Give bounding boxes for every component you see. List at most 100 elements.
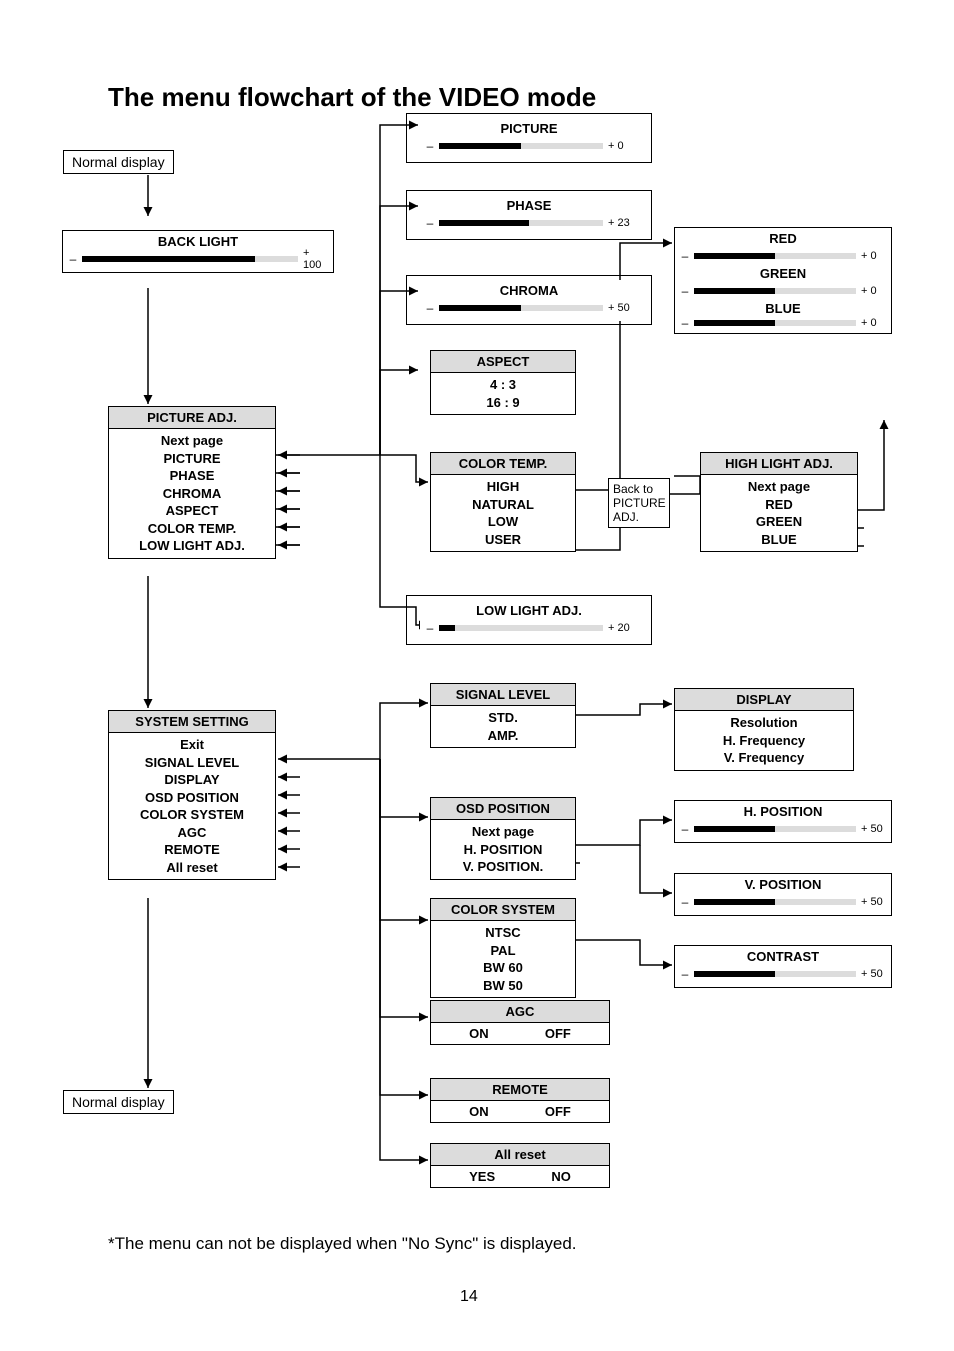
minus-icon: –	[679, 316, 691, 330]
green-value: + 0	[859, 285, 887, 297]
contrast-box: CONTRAST – + 50	[674, 945, 892, 988]
slider-track	[82, 256, 298, 262]
menu-item: OSD POSITION	[109, 789, 275, 807]
contrast-value: + 50	[859, 968, 887, 980]
color-temp-menu: COLOR TEMP. HIGH NATURAL LOW USER	[430, 452, 576, 552]
red-value: + 0	[859, 250, 887, 262]
remote-menu: REMOTE ON OFF	[430, 1078, 610, 1123]
blue-value: + 0	[859, 317, 887, 329]
menu-item: DISPLAY	[109, 771, 275, 789]
menu-item: 4 : 3	[431, 376, 575, 394]
menu-item: V. Frequency	[675, 749, 853, 767]
minus-icon: –	[679, 895, 691, 909]
menu-item: Next page	[109, 432, 275, 450]
high-light-adj-menu: HIGH LIGHT ADJ. Next page RED GREEN BLUE	[700, 452, 858, 552]
agc-title: AGC	[431, 1001, 609, 1023]
blue-title: BLUE	[675, 298, 891, 319]
minus-icon: –	[679, 822, 691, 836]
red-title: RED	[675, 228, 891, 249]
menu-item: H. Frequency	[675, 732, 853, 750]
system-setting-title: SYSTEM SETTING	[109, 711, 275, 733]
menu-item: NTSC	[431, 924, 575, 942]
minus-icon: –	[679, 284, 691, 298]
menu-item: Exit	[109, 736, 275, 754]
menu-item: BLUE	[701, 531, 857, 549]
color-system-menu: COLOR SYSTEM NTSC PAL BW 60 BW 50	[430, 898, 576, 998]
menu-item: HIGH	[431, 478, 575, 496]
picture-adj-title: PICTURE ADJ.	[109, 407, 275, 429]
slider-track	[694, 253, 856, 259]
menu-item: PAL	[431, 942, 575, 960]
contrast-title: CONTRAST	[675, 946, 891, 967]
green-title: GREEN	[675, 263, 891, 284]
remote-on: ON	[469, 1104, 489, 1119]
h-position-value: + 50	[859, 823, 887, 835]
minus-icon: –	[67, 252, 79, 266]
all-reset-title: All reset	[431, 1144, 609, 1166]
menu-item: COLOR SYSTEM	[109, 806, 275, 824]
osd-position-menu: OSD POSITION Next page H. POSITION V. PO…	[430, 797, 576, 880]
menu-item: V. POSITION.	[431, 858, 575, 876]
agc-off: OFF	[545, 1026, 571, 1041]
menu-item: Next page	[701, 478, 857, 496]
remote-title: REMOTE	[431, 1079, 609, 1101]
slider-track	[694, 971, 856, 977]
slider-track	[694, 899, 856, 905]
color-system-title: COLOR SYSTEM	[431, 899, 575, 921]
v-position-value: + 50	[859, 896, 887, 908]
menu-item: Resolution	[675, 714, 853, 732]
page-number: 14	[460, 1288, 478, 1306]
menu-item: BW 50	[431, 977, 575, 995]
display-title: DISPLAY	[675, 689, 853, 711]
all-reset-no: NO	[551, 1169, 571, 1184]
v-position-box: V. POSITION – + 50	[674, 873, 892, 916]
rgb-box: RED – + 0 GREEN – + 0 BLUE – + 0	[674, 227, 892, 334]
display-menu: DISPLAY Resolution H. Frequency V. Frequ…	[674, 688, 854, 771]
normal-display-top: Normal display	[63, 150, 174, 174]
footnote: *The menu can not be displayed when "No …	[108, 1234, 577, 1254]
menu-item: PICTURE	[109, 450, 275, 468]
page-title: The menu flowchart of the VIDEO mode	[108, 82, 596, 113]
menu-item: SIGNAL LEVEL	[109, 754, 275, 772]
osd-position-title: OSD POSITION	[431, 798, 575, 820]
menu-item: PHASE	[109, 467, 275, 485]
menu-item: AGC	[109, 824, 275, 842]
menu-item: REMOTE	[109, 841, 275, 859]
minus-icon: –	[679, 249, 691, 263]
menu-item: GREEN	[701, 513, 857, 531]
agc-menu: AGC ON OFF	[430, 1000, 610, 1045]
menu-item: COLOR TEMP.	[109, 520, 275, 538]
minus-icon: –	[679, 967, 691, 981]
menu-item: LOW	[431, 513, 575, 531]
slider-track	[694, 288, 856, 294]
menu-item: H. POSITION	[431, 841, 575, 859]
normal-display-bottom: Normal display	[63, 1090, 174, 1114]
menu-item: AMP.	[431, 727, 575, 745]
menu-item: RED	[701, 496, 857, 514]
agc-on: ON	[469, 1026, 489, 1041]
menu-item: USER	[431, 531, 575, 549]
menu-item: BW 60	[431, 959, 575, 977]
menu-item: All reset	[109, 859, 275, 877]
back-light-box: BACK LIGHT – + 100	[62, 230, 334, 273]
all-reset-menu: All reset YES NO	[430, 1143, 610, 1188]
back-light-value: + 100	[301, 247, 329, 271]
slider-track	[694, 320, 856, 326]
v-position-title: V. POSITION	[675, 874, 891, 895]
menu-item: LOW LIGHT ADJ.	[109, 537, 275, 555]
all-reset-yes: YES	[469, 1169, 495, 1184]
h-position-title: H. POSITION	[675, 801, 891, 822]
slider-track	[694, 826, 856, 832]
menu-item: CHROMA	[109, 485, 275, 503]
h-position-box: H. POSITION – + 50	[674, 800, 892, 843]
remote-off: OFF	[545, 1104, 571, 1119]
menu-item: ASPECT	[109, 502, 275, 520]
menu-item: Next page	[431, 823, 575, 841]
high-light-adj-title: HIGH LIGHT ADJ.	[701, 453, 857, 475]
back-light-title: BACK LIGHT	[63, 231, 333, 252]
signal-level-menu: SIGNAL LEVEL STD. AMP.	[430, 683, 576, 748]
back-note: Back to PICTURE ADJ.	[608, 478, 670, 528]
picture-adj-menu: PICTURE ADJ. Next page PICTURE PHASE CHR…	[108, 406, 276, 559]
aspect-title: ASPECT	[431, 351, 575, 373]
color-temp-title: COLOR TEMP.	[431, 453, 575, 475]
